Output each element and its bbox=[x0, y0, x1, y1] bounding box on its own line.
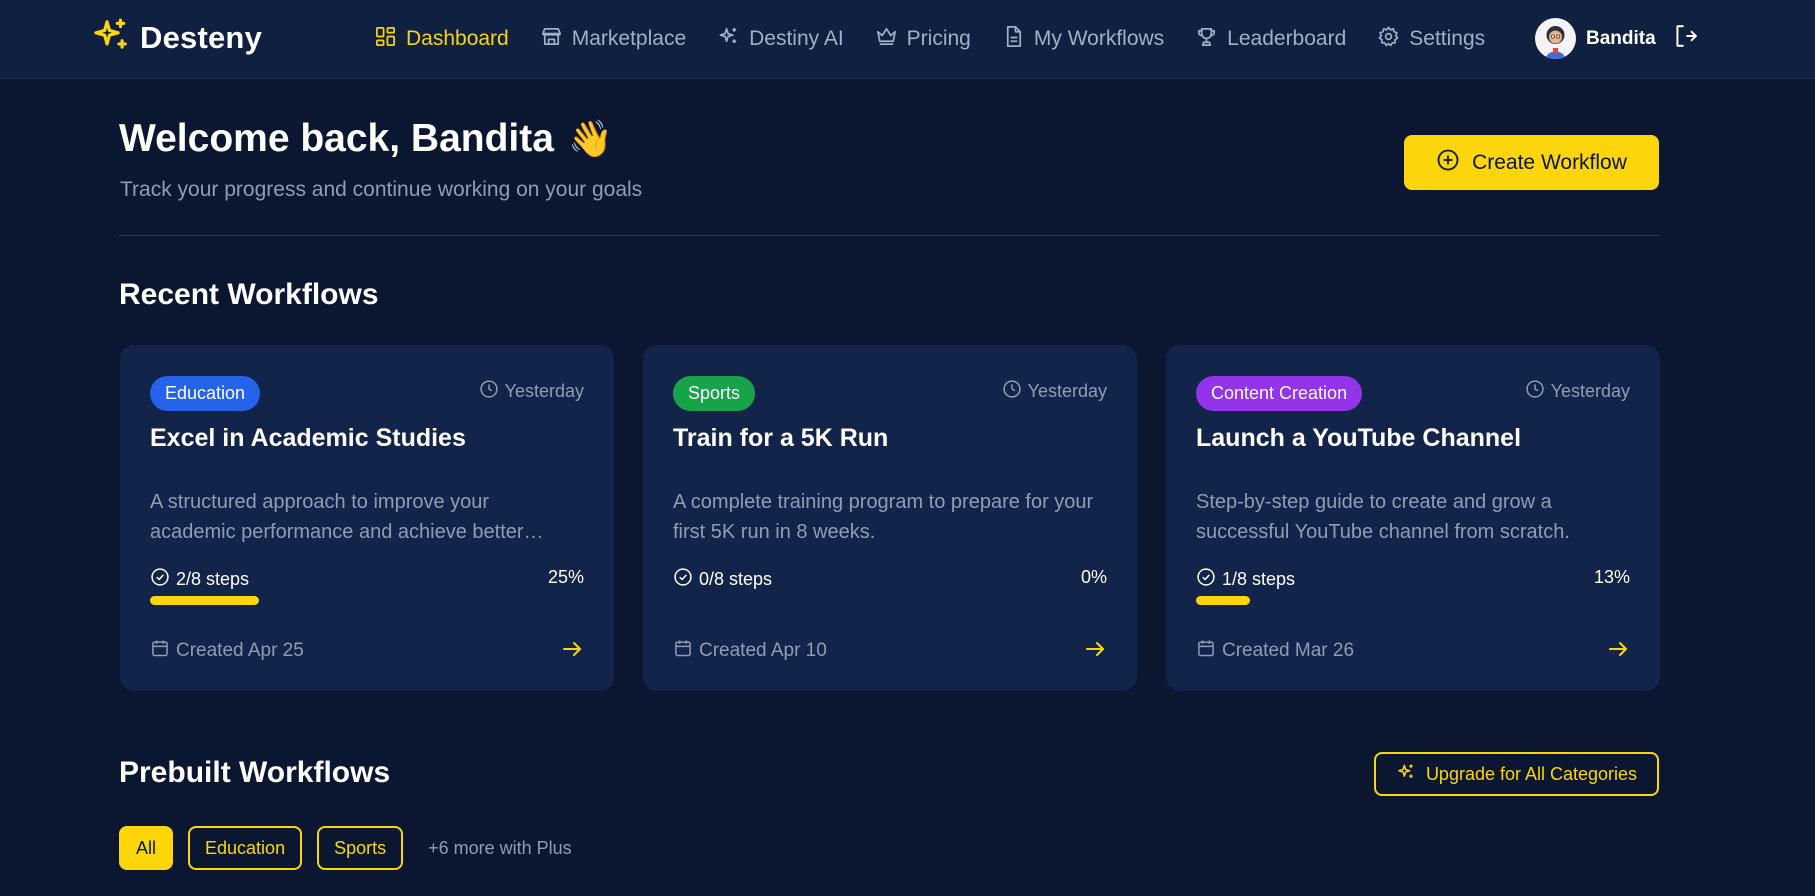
progress-percent: 13% bbox=[1593, 567, 1630, 587]
grid-icon bbox=[374, 25, 397, 54]
open-workflow-arrow-icon[interactable] bbox=[1606, 637, 1630, 666]
trophy-icon bbox=[1195, 25, 1218, 54]
create-workflow-label: Create Workflow bbox=[1472, 150, 1627, 174]
category-badge: Sports bbox=[673, 376, 756, 411]
nav-links: Dashboard Marketplace Destiny AI Pricing… bbox=[374, 20, 1516, 58]
card-description: Step-by-step guide to create and grow a … bbox=[1196, 491, 1570, 543]
filter-sports[interactable]: Sports bbox=[317, 826, 404, 870]
brand-logo[interactable]: Desteny bbox=[92, 18, 262, 58]
filter-education[interactable]: Education bbox=[188, 826, 303, 870]
calendar-icon bbox=[673, 638, 693, 664]
gear-icon bbox=[1377, 25, 1400, 54]
progress-percent: 0% bbox=[1080, 567, 1107, 587]
top-navbar: Desteny Dashboard Marketplace Destiny AI… bbox=[0, 0, 1815, 79]
nav-item-my-workflows[interactable]: My Workflows bbox=[1002, 25, 1164, 54]
nav-item-dashboard[interactable]: Dashboard bbox=[374, 25, 509, 54]
brand-name: Desteny bbox=[140, 20, 263, 55]
steps-text: 2/8 steps bbox=[176, 569, 250, 589]
category-badge: Content Creation bbox=[1196, 376, 1363, 411]
page-title: Welcome back, Bandita 👋 bbox=[119, 117, 613, 161]
clock-icon bbox=[479, 379, 499, 404]
created-date: Created Mar 26 bbox=[1196, 638, 1354, 664]
created-date: Created Apr 10 bbox=[673, 638, 827, 664]
nav-item-label: Leaderboard bbox=[1227, 27, 1347, 50]
nav-item-pricing[interactable]: Pricing bbox=[875, 25, 971, 54]
nav-item-leaderboard[interactable]: Leaderboard bbox=[1195, 25, 1346, 54]
created-text: Created Apr 25 bbox=[176, 640, 304, 661]
steps-count: 1/8 steps bbox=[1196, 567, 1295, 592]
card-title: Launch a YouTube Channel bbox=[1196, 424, 1522, 452]
nav-item-label: Marketplace bbox=[571, 27, 687, 50]
card-timestamp: Yesterday bbox=[479, 379, 584, 404]
nav-item-label: Destiny AI bbox=[749, 27, 844, 50]
avatar[interactable] bbox=[1535, 18, 1576, 59]
crown-icon bbox=[875, 25, 898, 54]
logout-icon[interactable] bbox=[1672, 23, 1698, 54]
check-circle-icon bbox=[673, 567, 693, 592]
workflow-card[interactable]: Education Yesterday Excel in Academic St… bbox=[120, 345, 614, 691]
card-title: Train for a 5K Run bbox=[673, 424, 889, 452]
open-workflow-arrow-icon[interactable] bbox=[560, 637, 584, 666]
progress-bar bbox=[150, 596, 259, 605]
timestamp-text: Yesterday bbox=[504, 381, 584, 401]
timestamp-text: Yesterday bbox=[1550, 381, 1630, 401]
create-workflow-button[interactable]: Create Workflow bbox=[1404, 135, 1659, 190]
sparkles-icon bbox=[717, 25, 740, 54]
card-description: A complete training program to prepare f… bbox=[673, 491, 1094, 543]
card-timestamp: Yesterday bbox=[1002, 379, 1107, 404]
welcome-heading: Welcome back, Bandita bbox=[119, 117, 554, 160]
document-icon bbox=[1002, 25, 1025, 54]
calendar-icon bbox=[150, 638, 170, 664]
divider bbox=[119, 235, 1660, 236]
steps-count: 2/8 steps bbox=[150, 567, 249, 592]
check-circle-icon bbox=[1196, 567, 1216, 592]
steps-count: 0/8 steps bbox=[673, 567, 772, 592]
workflow-card[interactable]: Sports Yesterday Train for a 5K Run A co… bbox=[643, 345, 1137, 691]
clock-icon bbox=[1525, 379, 1545, 404]
nav-item-label: Dashboard bbox=[406, 27, 509, 50]
check-circle-icon bbox=[150, 567, 170, 592]
nav-item-destiny-ai[interactable]: Destiny AI bbox=[717, 25, 844, 54]
upgrade-categories-button[interactable]: Upgrade for All Categories bbox=[1374, 752, 1659, 796]
filter-all[interactable]: All bbox=[119, 826, 174, 870]
nav-item-label: My Workflows bbox=[1033, 27, 1165, 50]
calendar-icon bbox=[1196, 638, 1216, 664]
upgrade-label: Upgrade for All Categories bbox=[1425, 763, 1638, 784]
workflow-card[interactable]: Content Creation Yesterday Launch a YouT… bbox=[1166, 345, 1660, 691]
store-icon bbox=[540, 25, 563, 54]
wave-emoji: 👋 bbox=[567, 118, 613, 159]
nav-item-label: Settings bbox=[1409, 27, 1486, 50]
category-filters: All Education Sports +6 more with Plus bbox=[119, 826, 572, 870]
user-menu: Bandita bbox=[1535, 17, 1698, 60]
sparkles-logo-icon bbox=[92, 17, 130, 60]
plus-circle-icon bbox=[1436, 148, 1460, 178]
nav-item-marketplace[interactable]: Marketplace bbox=[540, 25, 686, 54]
sparkles-icon bbox=[1396, 762, 1416, 787]
category-badge: Education bbox=[150, 376, 261, 411]
nav-item-settings[interactable]: Settings bbox=[1377, 25, 1485, 54]
created-date: Created Apr 25 bbox=[150, 638, 304, 664]
recent-workflows-heading: Recent Workflows bbox=[119, 278, 379, 311]
card-title: Excel in Academic Studies bbox=[150, 424, 466, 452]
steps-text: 0/8 steps bbox=[699, 569, 773, 589]
card-description: A structured approach to improve your ac… bbox=[150, 491, 524, 543]
open-workflow-arrow-icon[interactable] bbox=[1083, 637, 1107, 666]
page-subtitle: Track your progress and continue working… bbox=[120, 178, 643, 201]
created-text: Created Mar 26 bbox=[1222, 640, 1355, 661]
nav-item-label: Pricing bbox=[906, 27, 971, 50]
progress-percent: 25% bbox=[547, 567, 584, 587]
created-text: Created Apr 10 bbox=[699, 640, 827, 661]
clock-icon bbox=[1002, 379, 1022, 404]
prebuilt-workflows-heading: Prebuilt Workflows bbox=[119, 756, 391, 789]
user-name: Bandita bbox=[1586, 27, 1656, 49]
steps-text: 1/8 steps bbox=[1222, 569, 1296, 589]
more-categories-text: +6 more with Plus bbox=[428, 837, 572, 858]
progress-bar bbox=[1196, 596, 1250, 605]
card-timestamp: Yesterday bbox=[1525, 379, 1630, 404]
timestamp-text: Yesterday bbox=[1027, 381, 1107, 401]
